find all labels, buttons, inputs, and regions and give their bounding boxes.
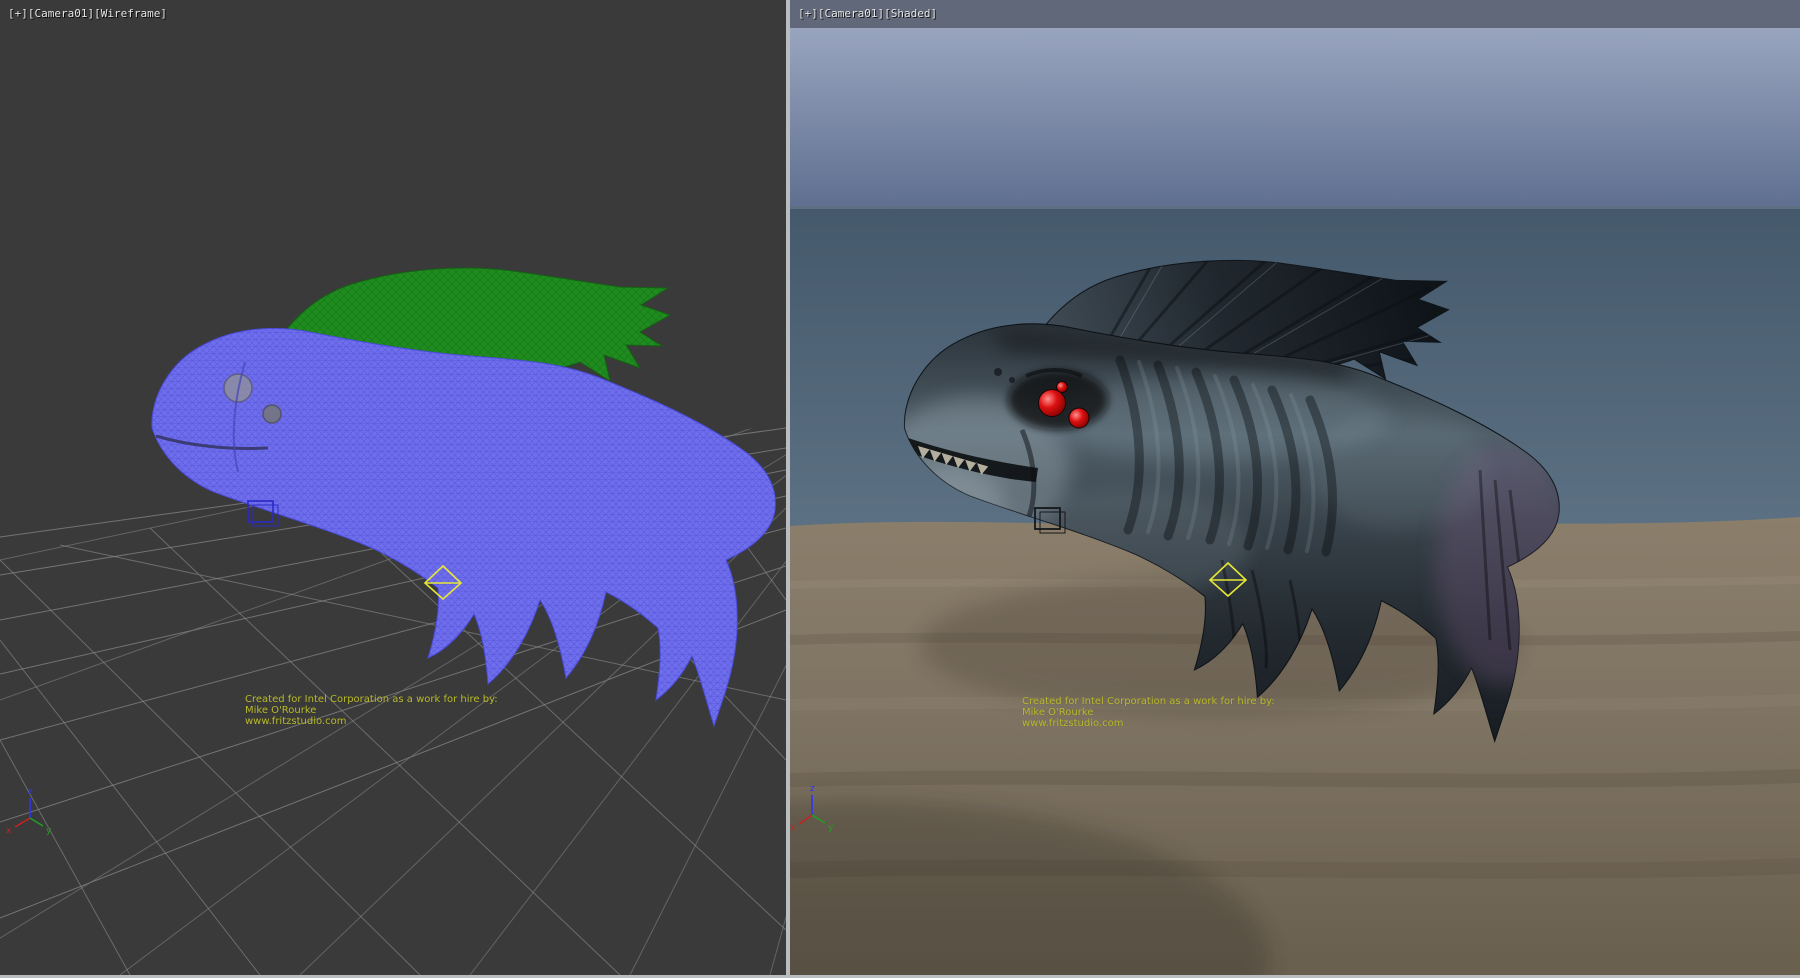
fish-eye-second [1069,408,1089,428]
axis-y-label: y [828,823,834,833]
viewport-shaded[interactable]: z x y [+][Camera01][Shaded] Created for … [790,0,1800,975]
max-camera-viewports-window: z x y [+][Camera01][Wireframe] Created f… [0,0,1800,978]
wireframe-scene[interactable]: z x y [0,0,786,975]
axis-z-label: z [28,787,33,797]
watermark-line-1: Created for Intel Corporation as a work … [1022,696,1275,707]
axis-x-label: x [790,823,796,833]
viewport-pov-menu[interactable]: [+] [798,7,818,20]
viewport-shading-menu[interactable]: [Wireframe] [94,7,167,20]
viewport-top-band [790,0,1800,30]
watermark-line-1: Created for Intel Corporation as a work … [245,694,498,705]
axis-z-label: z [810,784,815,794]
watermark-line-2: Mike O'Rourke [1022,707,1275,718]
viewport-camera-menu[interactable]: [Camera01] [28,7,94,20]
shaded-scene[interactable]: z x y [790,0,1800,975]
fish-eye-spot-small [263,405,281,423]
axis-y-label: y [46,826,52,836]
viewport-label: [+][Camera01][Wireframe] [8,7,167,20]
viewport-pov-menu[interactable]: [+] [8,7,28,20]
watermark-line-3: www.fritzstudio.com [1022,718,1275,729]
watermark: Created for Intel Corporation as a work … [1022,696,1275,729]
fish-eye-main [1039,390,1066,417]
watermark-line-3: www.fritzstudio.com [245,716,498,727]
viewport-shading-menu[interactable]: [Shaded] [884,7,937,20]
viewport-label: [+][Camera01][Shaded] [798,7,937,20]
viewport-camera-menu[interactable]: [Camera01] [818,7,884,20]
sky-background [790,28,1800,210]
horizon-line [790,206,1800,209]
viewport-wireframe[interactable]: z x y [+][Camera01][Wireframe] Created f… [0,0,786,975]
watermark: Created for Intel Corporation as a work … [245,694,498,727]
watermark-line-2: Mike O'Rourke [245,705,498,716]
fish-eye-third [1057,382,1068,393]
axis-x-label: x [6,826,12,836]
